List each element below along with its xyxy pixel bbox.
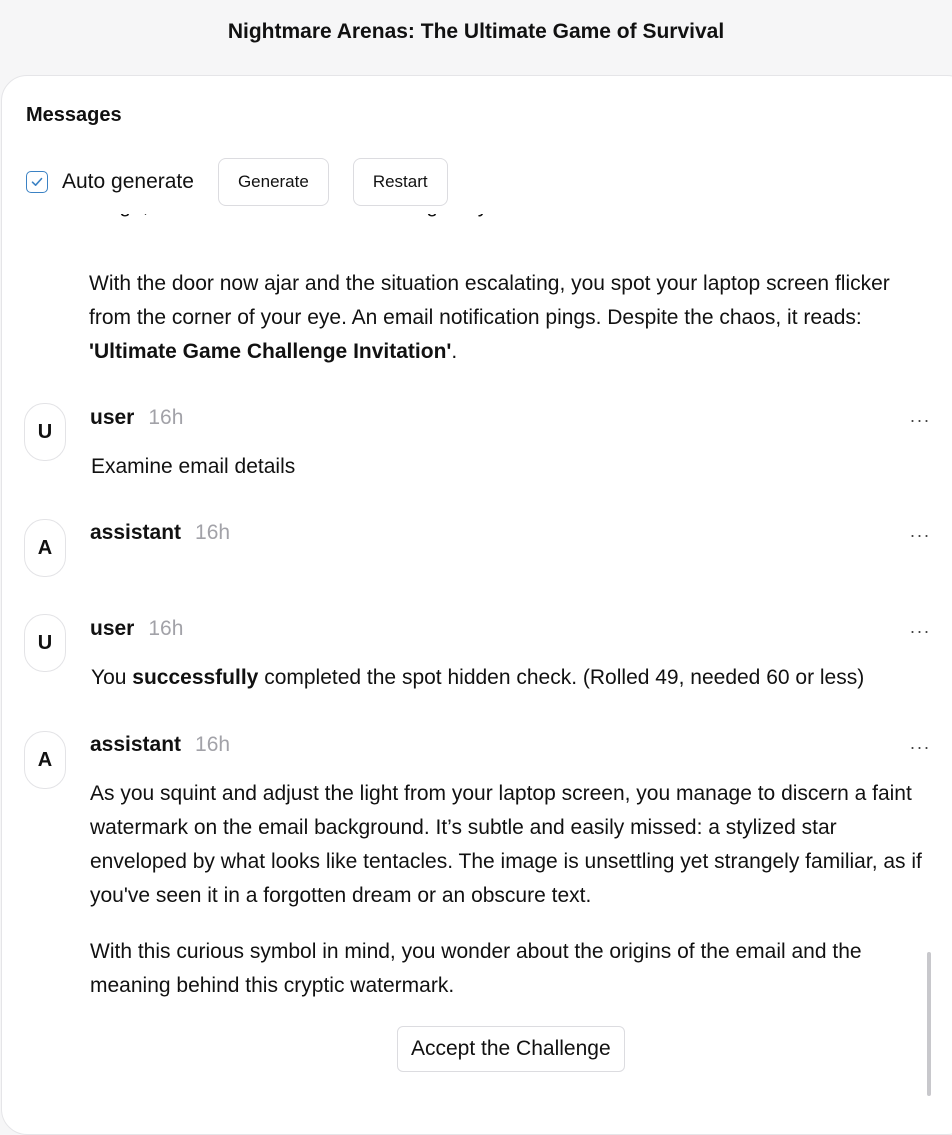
message-more-button[interactable]: ··· bbox=[908, 525, 932, 545]
m3-text-prefix: You bbox=[91, 666, 133, 689]
prior-message-paragraph: With the door now ajar and the situation… bbox=[89, 267, 937, 369]
accept-challenge-button[interactable]: Accept the Challenge bbox=[397, 1026, 625, 1072]
clipped-message-line: rough, filled with menace as he swings a… bbox=[89, 214, 517, 223]
message-time: 16h bbox=[195, 521, 231, 544]
app-title: Nightmare Arenas: The Ultimate Game of S… bbox=[227, 20, 725, 43]
m3-text-bold: successfully bbox=[132, 666, 259, 689]
message-role: user bbox=[90, 617, 135, 640]
ellipsis-icon: ··· bbox=[909, 736, 931, 757]
message-time: 16h bbox=[195, 733, 231, 756]
message-header: user 16h bbox=[90, 617, 183, 641]
avatar: U bbox=[24, 614, 66, 672]
auto-generate-label[interactable]: Auto generate bbox=[62, 170, 194, 194]
message-time: 16h bbox=[148, 617, 184, 640]
prior-text-suffix: . bbox=[451, 340, 458, 363]
ellipsis-icon: ··· bbox=[909, 524, 931, 545]
message-role: assistant bbox=[90, 521, 182, 544]
message-header: user 16h bbox=[90, 406, 183, 430]
m3-text-suffix: completed the spot hidden check. (Rolled… bbox=[258, 666, 865, 689]
message-more-button[interactable]: ··· bbox=[908, 621, 932, 641]
avatar: A bbox=[24, 731, 66, 789]
message-header: assistant 16h bbox=[90, 521, 230, 545]
checkmark-icon bbox=[31, 177, 43, 186]
prior-text-prefix: With the door now ajar and the situation… bbox=[89, 272, 890, 329]
panel-title: Messages bbox=[26, 104, 122, 126]
message-text: You successfully completed the spot hidd… bbox=[91, 661, 939, 695]
message-time: 16h bbox=[148, 406, 184, 429]
generate-button[interactable]: Generate bbox=[217, 158, 329, 206]
ellipsis-icon: ··· bbox=[909, 620, 931, 641]
message-role: assistant bbox=[90, 733, 182, 756]
message-more-button[interactable]: ··· bbox=[908, 737, 932, 757]
message-role: user bbox=[90, 406, 135, 429]
avatar: U bbox=[24, 403, 66, 461]
message-list[interactable]: rough, filled with menace as he swings a… bbox=[1, 214, 952, 1096]
restart-button[interactable]: Restart bbox=[352, 158, 448, 206]
message-text: Examine email details bbox=[91, 455, 296, 478]
message-paragraph: As you squint and adjust the light from … bbox=[90, 782, 922, 907]
auto-generate-checkbox[interactable] bbox=[26, 171, 48, 193]
avatar: A bbox=[24, 519, 66, 577]
message-header: assistant 16h bbox=[90, 733, 230, 757]
message-more-button[interactable]: ··· bbox=[908, 410, 932, 430]
scrollbar-thumb[interactable] bbox=[927, 952, 931, 1096]
message-paragraph: With this curious symbol in mind, you wo… bbox=[90, 940, 862, 997]
prior-text-bold: 'Ultimate Game Challenge Invitation' bbox=[89, 340, 452, 363]
toolbar: Auto generate Generate Restart bbox=[26, 158, 448, 206]
ellipsis-icon: ··· bbox=[909, 409, 931, 430]
